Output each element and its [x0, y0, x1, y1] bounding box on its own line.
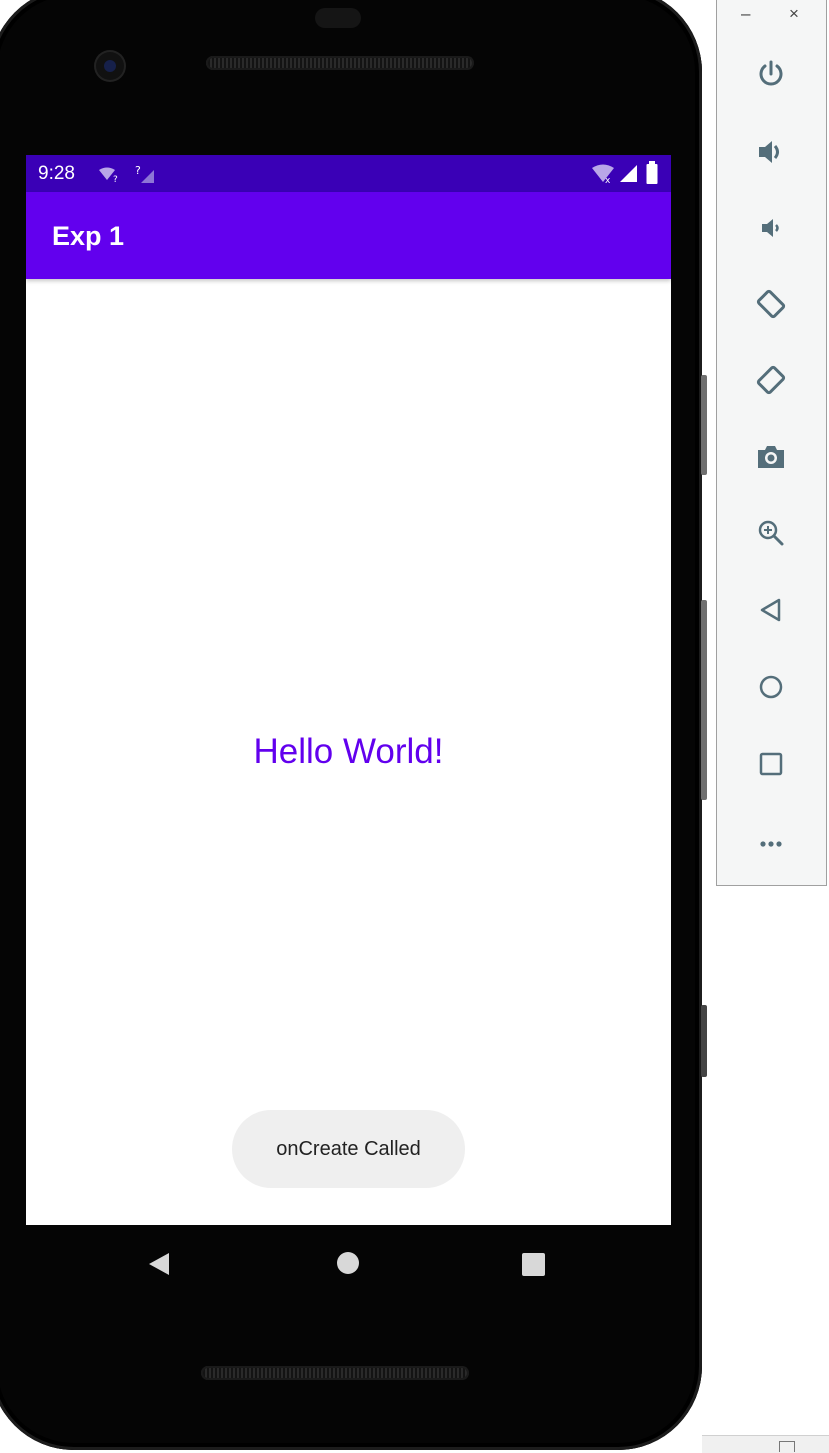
power-button[interactable]	[749, 52, 793, 96]
side-button	[701, 1005, 707, 1077]
screenshot-button[interactable]	[749, 435, 793, 479]
side-volume-button[interactable]	[701, 600, 707, 800]
rotate-right-icon	[756, 365, 786, 395]
signal-question-icon: ?	[135, 164, 154, 183]
battery-icon	[646, 161, 658, 184]
cell-signal-icon	[620, 165, 637, 182]
front-camera-icon	[96, 52, 124, 80]
power-icon	[759, 60, 783, 86]
emulator-home-button[interactable]	[749, 665, 793, 709]
side-power-button[interactable]	[701, 375, 707, 475]
minimize-button[interactable]: –	[741, 4, 750, 24]
close-button[interactable]: ×	[789, 4, 799, 24]
recents-icon[interactable]	[522, 1253, 545, 1276]
home-icon	[759, 675, 783, 699]
toast-text: onCreate Called	[276, 1137, 421, 1160]
volume-up-button[interactable]	[749, 130, 793, 174]
rotate-left-button[interactable]	[749, 282, 793, 326]
wifi-question-icon: ?	[99, 167, 118, 183]
more-options-button[interactable]	[749, 818, 793, 862]
svg-text:?: ?	[135, 164, 141, 177]
toast-message: onCreate Called	[232, 1110, 465, 1188]
hello-world-text: Hello World!	[253, 732, 444, 771]
back-icon[interactable]	[148, 1252, 170, 1276]
camera-icon	[758, 446, 784, 468]
svg-text:x: x	[605, 176, 611, 184]
emulator-overview-button[interactable]	[749, 742, 793, 786]
app-title: Exp 1	[52, 221, 125, 251]
desktop-edge	[702, 1435, 829, 1453]
app-bar: Exp 1	[26, 192, 671, 279]
navigation-bar	[26, 1225, 671, 1305]
rotate-left-icon	[756, 289, 786, 319]
volume-up-icon	[759, 141, 779, 163]
phone-screen: 9:28 ? ? x Exp 1 Hello World! onCreate C…	[26, 155, 671, 1225]
volume-down-button[interactable]	[749, 206, 793, 250]
rotate-right-button[interactable]	[749, 358, 793, 402]
window-icon	[779, 1441, 795, 1452]
overview-icon	[759, 752, 783, 776]
status-time: 9:28	[38, 163, 75, 184]
zoom-icon	[758, 520, 784, 546]
home-icon[interactable]	[337, 1252, 359, 1274]
top-speaker-grille	[206, 56, 474, 70]
zoom-button[interactable]	[749, 511, 793, 555]
wifi-x-icon: x	[592, 164, 614, 184]
proximity-sensor	[315, 8, 361, 28]
status-bar: 9:28 ? ? x	[26, 155, 671, 192]
emulator-toolbar: – ×	[716, 0, 827, 886]
bottom-speaker-grille	[201, 1366, 469, 1380]
back-icon	[760, 598, 781, 622]
more-icon	[760, 841, 782, 847]
emulator-back-button[interactable]	[749, 588, 793, 632]
svg-text:?: ?	[113, 175, 118, 183]
volume-down-icon	[762, 219, 779, 237]
